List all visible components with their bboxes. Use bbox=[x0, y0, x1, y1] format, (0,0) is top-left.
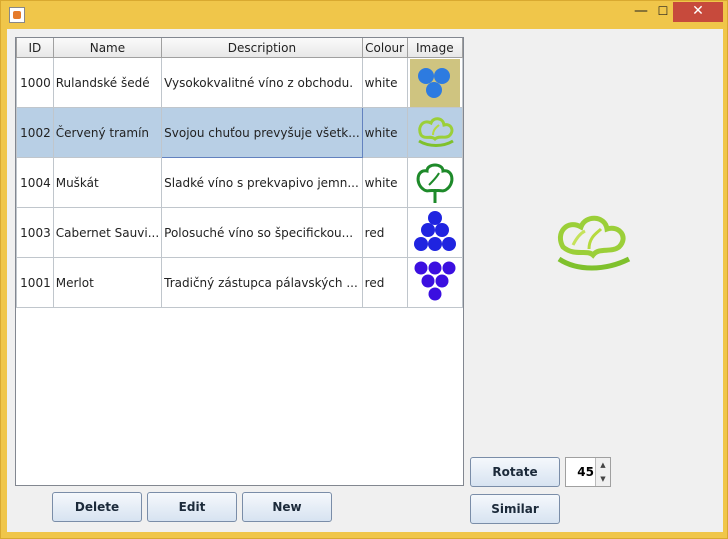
grape-cluster-blue-icon bbox=[413, 210, 456, 251]
similar-button[interactable]: Similar bbox=[470, 494, 560, 524]
vine-leaf-dark-green-icon bbox=[416, 163, 454, 203]
cell-id[interactable]: 1003 bbox=[16, 207, 54, 258]
cell-description[interactable]: Svojou chuťou prevyšuje všetk... bbox=[161, 107, 363, 158]
new-button[interactable]: New bbox=[242, 492, 332, 522]
table-row[interactable]: 1003 Cabernet Sauvi... Polosuché víno so… bbox=[16, 207, 463, 258]
rotation-spinner[interactable]: 45 ▲ ▼ bbox=[565, 457, 611, 487]
cell-id[interactable]: 1001 bbox=[16, 257, 54, 308]
rotation-value[interactable]: 45 bbox=[577, 465, 594, 479]
cell-colour[interactable]: white bbox=[361, 157, 408, 208]
table-row[interactable]: 1002 Červený tramín Svojou chuťou prevyš… bbox=[16, 107, 463, 158]
title-bar[interactable]: — ☐ ✕ bbox=[1, 1, 727, 27]
table-row[interactable]: 1000 Rulandské šedé Vysokokvalitné víno … bbox=[16, 57, 463, 108]
cell-name[interactable]: Červený tramín bbox=[52, 107, 163, 158]
cell-colour[interactable]: white bbox=[361, 107, 408, 158]
cell-image[interactable] bbox=[406, 257, 463, 308]
edit-button[interactable]: Edit bbox=[147, 492, 237, 522]
table-row[interactable]: 1004 Muškát Sladké víno s prekvapivo jem… bbox=[16, 157, 463, 208]
wine-table[interactable]: ID Name Description Colour Image 1000 Ru… bbox=[16, 38, 463, 308]
cell-description[interactable]: Sladké víno s prekvapivo jemn... bbox=[161, 157, 363, 208]
column-header-colour[interactable]: Colour bbox=[361, 38, 408, 58]
client-area: ID Name Description Colour Image 1000 Ru… bbox=[7, 29, 723, 532]
cell-id[interactable]: 1000 bbox=[16, 57, 54, 108]
grapes-blue-on-khaki-icon bbox=[409, 58, 460, 107]
cell-name[interactable]: Merlot bbox=[52, 257, 163, 308]
preview-image bbox=[547, 207, 639, 286]
cell-image[interactable] bbox=[406, 207, 463, 258]
column-header-description[interactable]: Description bbox=[161, 38, 363, 58]
cell-description[interactable]: Tradičný zástupca pálavských ... bbox=[161, 257, 363, 308]
rotate-button[interactable]: Rotate bbox=[470, 457, 560, 487]
spinner-up-arrow-icon[interactable]: ▲ bbox=[596, 458, 610, 473]
column-header-image[interactable]: Image bbox=[406, 38, 463, 58]
table-row[interactable]: 1001 Merlot Tradičný zástupca pálavských… bbox=[16, 257, 463, 308]
spinner-down-arrow-icon[interactable]: ▼ bbox=[596, 472, 610, 486]
vine-leaf-green-icon bbox=[418, 116, 454, 147]
delete-button[interactable]: Delete bbox=[52, 492, 142, 522]
application-window: — ☐ ✕ ID Name Description Colour Image 1… bbox=[0, 0, 728, 539]
close-button[interactable]: ✕ bbox=[673, 2, 723, 22]
wine-table-scrollpane[interactable]: ID Name Description Colour Image 1000 Ru… bbox=[15, 37, 464, 486]
cell-image[interactable] bbox=[406, 157, 463, 208]
column-header-name[interactable]: Name bbox=[52, 38, 163, 58]
cell-image[interactable] bbox=[406, 107, 463, 158]
cell-name[interactable]: Rulandské šedé bbox=[52, 57, 163, 108]
cell-id[interactable]: 1002 bbox=[16, 107, 54, 158]
cell-name[interactable]: Cabernet Sauvi... bbox=[52, 207, 163, 258]
vine-leaf-green-icon bbox=[557, 215, 631, 271]
cell-id[interactable]: 1004 bbox=[16, 157, 54, 208]
spinner-buttons: ▲ ▼ bbox=[595, 458, 610, 486]
java-app-icon bbox=[9, 7, 25, 23]
cell-colour[interactable]: red bbox=[361, 207, 408, 258]
grape-cluster-violet-icon bbox=[414, 261, 456, 300]
cell-colour[interactable]: red bbox=[361, 257, 408, 308]
maximize-button[interactable]: ☐ bbox=[651, 2, 675, 22]
cell-name[interactable]: Muškát bbox=[52, 157, 163, 208]
table-header-row: ID Name Description Colour Image bbox=[16, 38, 463, 58]
cell-description[interactable]: Polosuché víno so špecifickou... bbox=[161, 207, 363, 258]
cell-description[interactable]: Vysokokvalitné víno z obchodu. bbox=[161, 57, 363, 108]
cell-colour[interactable]: white bbox=[361, 57, 408, 108]
column-header-id[interactable]: ID bbox=[16, 38, 54, 58]
cell-image[interactable] bbox=[406, 57, 463, 108]
